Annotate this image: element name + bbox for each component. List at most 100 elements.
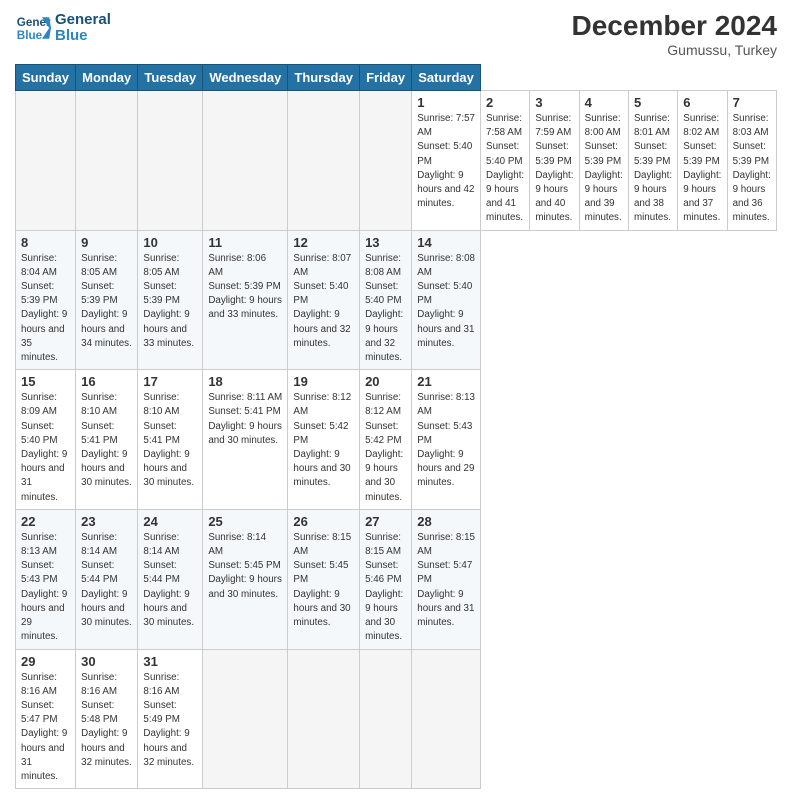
day-info: Sunrise: 8:15 AMSunset: 5:45 PMDaylight:… (293, 531, 354, 630)
calendar-cell: 25 Sunrise: 8:14 AMSunset: 5:45 PMDayligh… (203, 509, 288, 649)
day-info: Sunrise: 8:14 AMSunset: 5:44 PMDaylight:… (143, 531, 197, 630)
day-number: 18 (208, 374, 282, 389)
col-header-monday: Monday (76, 65, 138, 91)
day-number: 12 (293, 235, 354, 250)
day-number: 24 (143, 514, 197, 529)
logo-line1: General (55, 12, 111, 29)
main-container: General Blue General Blue December 2024 … (0, 0, 792, 799)
day-info: Sunrise: 8:05 AMSunset: 5:39 PMDaylight:… (143, 252, 197, 351)
calendar-cell (76, 91, 138, 231)
calendar-week-5: 29Sunrise: 8:16 AMSunset: 5:47 PMDayligh… (16, 649, 777, 789)
calendar-cell: 16 Sunrise: 8:10 AMSunset: 5:41 PMDayligh… (76, 370, 138, 510)
day-number: 7 (733, 95, 771, 110)
calendar-week-2: 8Sunrise: 8:04 AMSunset: 5:39 PMDaylight… (16, 230, 777, 370)
day-info: Sunrise: 8:14 AMSunset: 5:44 PMDaylight:… (81, 531, 132, 630)
day-info: Sunrise: 8:15 AMSunset: 5:46 PMDaylight:… (365, 531, 406, 645)
calendar-week-3: 15 Sunrise: 8:09 AMSunset: 5:40 PMDayligh… (16, 370, 777, 510)
calendar-cell: 6Sunrise: 8:02 AMSunset: 5:39 PMDaylight… (678, 91, 727, 231)
day-info: Sunrise: 8:06 AMSunset: 5:39 PMDaylight:… (208, 252, 282, 323)
month-title: December 2024 (572, 10, 777, 42)
col-header-friday: Friday (360, 65, 412, 91)
col-header-saturday: Saturday (412, 65, 481, 91)
day-number: 15 (21, 374, 70, 389)
location: Gumussu, Turkey (572, 42, 777, 58)
day-number: 30 (81, 654, 132, 669)
calendar-cell (16, 91, 76, 231)
day-info: Sunrise: 8:14 AMSunset: 5:45 PMDaylight:… (208, 531, 282, 602)
day-number: 19 (293, 374, 354, 389)
calendar-week-1: 1Sunrise: 7:57 AMSunset: 5:40 PMDaylight… (16, 91, 777, 231)
title-block: December 2024 Gumussu, Turkey (572, 10, 777, 58)
day-number: 8 (21, 235, 70, 250)
day-info: Sunrise: 8:12 AMSunset: 5:42 PMDaylight:… (293, 391, 354, 490)
calendar-cell: 31 Sunrise: 8:16 AMSunset: 5:49 PMDayligh… (138, 649, 203, 789)
calendar-week-4: 22 Sunrise: 8:13 AMSunset: 5:43 PMDayligh… (16, 509, 777, 649)
day-info: Sunrise: 8:16 AMSunset: 5:47 PMDaylight:… (21, 671, 70, 785)
day-info: Sunrise: 8:10 AMSunset: 5:41 PMDaylight:… (143, 391, 197, 490)
calendar-cell: 9 Sunrise: 8:05 AMSunset: 5:39 PMDaylight… (76, 230, 138, 370)
day-number: 20 (365, 374, 406, 389)
day-info: Sunrise: 7:59 AMSunset: 5:39 PMDaylight:… (535, 112, 573, 226)
calendar-cell (288, 91, 360, 231)
calendar-cell: 23 Sunrise: 8:14 AMSunset: 5:44 PMDayligh… (76, 509, 138, 649)
day-info: Sunrise: 8:03 AMSunset: 5:39 PMDaylight:… (733, 112, 771, 226)
day-number: 4 (585, 95, 623, 110)
calendar-cell: 10 Sunrise: 8:05 AMSunset: 5:39 PMDayligh… (138, 230, 203, 370)
calendar-cell: 4Sunrise: 8:00 AMSunset: 5:39 PMDaylight… (579, 91, 628, 231)
calendar-cell (138, 91, 203, 231)
calendar-cell (360, 649, 412, 789)
col-header-tuesday: Tuesday (138, 65, 203, 91)
calendar-cell: 22 Sunrise: 8:13 AMSunset: 5:43 PMDayligh… (16, 509, 76, 649)
col-header-thursday: Thursday (288, 65, 360, 91)
calendar-cell: 27Sunrise: 8:15 AMSunset: 5:46 PMDayligh… (360, 509, 412, 649)
calendar-cell: 15 Sunrise: 8:09 AMSunset: 5:40 PMDayligh… (16, 370, 76, 510)
calendar-cell: 17 Sunrise: 8:10 AMSunset: 5:41 PMDayligh… (138, 370, 203, 510)
day-number: 31 (143, 654, 197, 669)
calendar-table: SundayMondayTuesdayWednesdayThursdayFrid… (15, 64, 777, 789)
calendar-cell: 13Sunrise: 8:08 AMSunset: 5:40 PMDayligh… (360, 230, 412, 370)
calendar-cell: 12 Sunrise: 8:07 AMSunset: 5:40 PMDayligh… (288, 230, 360, 370)
calendar-cell: 28 Sunrise: 8:15 AMSunset: 5:47 PMDayligh… (412, 509, 481, 649)
calendar-cell: 3Sunrise: 7:59 AMSunset: 5:39 PMDaylight… (530, 91, 579, 231)
day-number: 6 (683, 95, 721, 110)
day-number: 2 (486, 95, 524, 110)
day-info: Sunrise: 8:08 AMSunset: 5:40 PMDaylight:… (417, 252, 475, 351)
calendar-cell: 19 Sunrise: 8:12 AMSunset: 5:42 PMDayligh… (288, 370, 360, 510)
calendar-cell: 18Sunrise: 8:11 AMSunset: 5:41 PMDayligh… (203, 370, 288, 510)
day-info: Sunrise: 8:01 AMSunset: 5:39 PMDaylight:… (634, 112, 672, 226)
day-info: Sunrise: 7:58 AMSunset: 5:40 PMDaylight:… (486, 112, 524, 226)
header-row: SundayMondayTuesdayWednesdayThursdayFrid… (16, 65, 777, 91)
day-number: 1 (417, 95, 475, 110)
calendar-cell: 5Sunrise: 8:01 AMSunset: 5:39 PMDaylight… (628, 91, 677, 231)
day-info: Sunrise: 8:16 AMSunset: 5:49 PMDaylight:… (143, 671, 197, 770)
day-number: 10 (143, 235, 197, 250)
day-info: Sunrise: 8:05 AMSunset: 5:39 PMDaylight:… (81, 252, 132, 351)
day-info: Sunrise: 8:10 AMSunset: 5:41 PMDaylight:… (81, 391, 132, 490)
day-number: 22 (21, 514, 70, 529)
calendar-cell: 30Sunrise: 8:16 AMSunset: 5:48 PMDayligh… (76, 649, 138, 789)
col-header-sunday: Sunday (16, 65, 76, 91)
day-info: Sunrise: 8:13 AMSunset: 5:43 PMDaylight:… (21, 531, 70, 645)
calendar-cell: 8Sunrise: 8:04 AMSunset: 5:39 PMDaylight… (16, 230, 76, 370)
day-info: Sunrise: 8:15 AMSunset: 5:47 PMDaylight:… (417, 531, 475, 630)
calendar-cell: 1Sunrise: 7:57 AMSunset: 5:40 PMDaylight… (412, 91, 481, 231)
day-info: Sunrise: 8:07 AMSunset: 5:40 PMDaylight:… (293, 252, 354, 351)
calendar-cell: 11 Sunrise: 8:06 AMSunset: 5:39 PMDayligh… (203, 230, 288, 370)
day-number: 11 (208, 235, 282, 250)
day-number: 28 (417, 514, 475, 529)
calendar-cell (412, 649, 481, 789)
day-number: 13 (365, 235, 406, 250)
day-number: 16 (81, 374, 132, 389)
calendar-cell: 20Sunrise: 8:12 AMSunset: 5:42 PMDayligh… (360, 370, 412, 510)
day-info: Sunrise: 8:09 AMSunset: 5:40 PMDaylight:… (21, 391, 70, 505)
calendar-cell (203, 91, 288, 231)
logo-line2: Blue (55, 28, 111, 45)
day-number: 17 (143, 374, 197, 389)
calendar-cell (288, 649, 360, 789)
day-number: 9 (81, 235, 132, 250)
header: General Blue General Blue December 2024 … (15, 10, 777, 58)
logo-icon: General Blue (15, 10, 51, 46)
day-number: 23 (81, 514, 132, 529)
day-number: 25 (208, 514, 282, 529)
day-info: Sunrise: 8:13 AMSunset: 5:43 PMDaylight:… (417, 391, 475, 490)
